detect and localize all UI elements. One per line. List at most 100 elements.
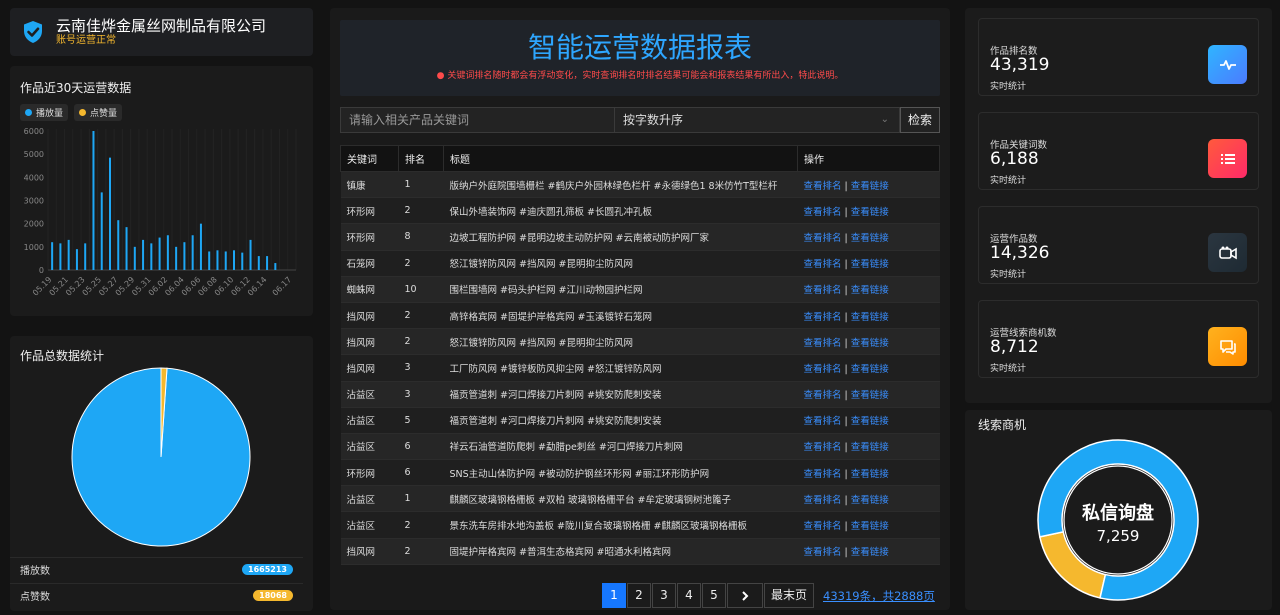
col-header-rank[interactable]: 排名	[398, 145, 444, 172]
view-link-link[interactable]: 查看链接	[851, 390, 889, 401]
bar[interactable]	[166, 235, 169, 270]
view-rank-link[interactable]: 查看排名	[804, 207, 842, 218]
link-separator: |	[844, 285, 848, 297]
page-button-2[interactable]: 2	[627, 583, 651, 608]
cell-actions: 查看排名 | 查看链接	[797, 433, 940, 461]
view-link-link[interactable]: 查看链接	[851, 364, 889, 375]
view-rank-link[interactable]: 查看排名	[804, 469, 842, 480]
stat-badge-plays: 1665213	[242, 564, 293, 575]
bar[interactable]	[75, 249, 78, 270]
bar[interactable]	[191, 235, 194, 270]
view-rank-link[interactable]: 查看排名	[804, 181, 842, 192]
bar[interactable]	[175, 246, 178, 270]
table-row: 沾益区 1 麒麟区玻璃钢格栅板 #双柏 玻璃钢格栅平台 #牟定玻璃钢树池篦子 查看排名…	[340, 485, 940, 513]
y-tick-label: 4000	[24, 173, 44, 182]
cell-actions: 查看排名 | 查看链接	[797, 485, 940, 513]
view-rank-link[interactable]: 查看排名	[804, 442, 842, 453]
search-button[interactable]: 检索	[900, 107, 940, 133]
page-button-3[interactable]: 3	[652, 583, 676, 608]
col-header-title[interactable]: 标题	[443, 145, 798, 172]
bar[interactable]	[51, 242, 54, 270]
page-button-4[interactable]: 4	[677, 583, 701, 608]
cell-actions: 查看排名 | 查看链接	[797, 381, 940, 408]
link-separator: |	[844, 180, 848, 192]
cell-title: 福贡管道刺 #河口焊接刀片刺网 #姚安防爬刺安装	[443, 407, 798, 434]
view-link-link[interactable]: 查看链接	[851, 338, 889, 349]
bar[interactable]	[67, 239, 70, 270]
bar[interactable]	[150, 243, 153, 270]
col-header-keyword[interactable]: 关键词	[340, 145, 399, 172]
view-link-link[interactable]: 查看链接	[851, 547, 889, 558]
view-rank-link[interactable]: 查看排名	[804, 259, 842, 270]
view-rank-link[interactable]: 查看排名	[804, 390, 842, 401]
bar[interactable]	[125, 227, 128, 270]
kpi-subtitle: 实时统计	[990, 270, 1027, 280]
cell-keyword: 环形网	[340, 197, 399, 225]
keyword-search-input[interactable]: 请输入相关产品关键词	[340, 107, 615, 133]
view-link-link[interactable]: 查看链接	[851, 495, 889, 506]
view-link-link[interactable]: 查看链接	[851, 207, 889, 218]
bar[interactable]	[142, 239, 145, 270]
view-rank-link[interactable]: 查看排名	[804, 338, 842, 349]
view-link-link[interactable]: 查看链接	[851, 233, 889, 244]
bar[interactable]	[109, 157, 111, 270]
y-tick-label: 5000	[24, 150, 44, 159]
bar[interactable]	[133, 246, 136, 270]
sort-select[interactable]: 按字数升序 ⌄	[615, 107, 900, 133]
view-rank-link[interactable]: 查看排名	[804, 547, 842, 558]
cell-title: 祥云石油管道防爬刺 #勐腊pe刺丝 #河口焊接刀片刺网	[443, 433, 798, 461]
link-separator: |	[844, 390, 848, 402]
cell-actions: 查看排名 | 查看链接	[797, 354, 940, 382]
kpi-card: 作品关键词数 6,188 实时统计	[978, 112, 1259, 190]
bar[interactable]	[241, 252, 244, 270]
bar[interactable]	[92, 131, 95, 270]
bar[interactable]	[257, 256, 260, 270]
bar[interactable]	[84, 243, 87, 270]
bar[interactable]	[183, 242, 186, 270]
bar[interactable]	[100, 192, 103, 270]
link-separator: |	[844, 442, 848, 454]
bar[interactable]	[158, 237, 161, 270]
cell-rank: 2	[398, 302, 444, 330]
view-rank-link[interactable]: 查看排名	[804, 233, 842, 244]
view-link-link[interactable]: 查看链接	[851, 259, 889, 270]
bar[interactable]	[274, 263, 277, 270]
view-rank-link[interactable]: 查看排名	[804, 285, 842, 296]
link-separator: |	[844, 521, 848, 533]
view-rank-link[interactable]: 查看排名	[804, 364, 842, 375]
bar[interactable]	[249, 239, 252, 270]
bar[interactable]	[59, 243, 62, 270]
bar[interactable]	[199, 223, 202, 270]
cell-actions: 查看排名 | 查看链接	[797, 302, 940, 330]
chevron-down-icon: ⌄	[880, 114, 889, 125]
report-table: 关键词 排名 标题 操作 镇康 1 版纳户外庭院围墙栅栏 #鹤庆户外园林绿色栏杆 #…	[340, 145, 940, 565]
view-link-link[interactable]: 查看链接	[851, 312, 889, 323]
page-button-1[interactable]: 1	[602, 583, 626, 608]
pulse-icon	[1208, 45, 1247, 84]
bar[interactable]	[233, 250, 235, 270]
bar[interactable]	[208, 251, 211, 270]
view-rank-link[interactable]: 查看排名	[804, 495, 842, 506]
page-info-link[interactable]: 43319条，共2888页	[823, 588, 935, 604]
last-page-button[interactable]: 最末页	[764, 583, 815, 608]
list-icon	[1208, 139, 1247, 178]
view-link-link[interactable]: 查看链接	[851, 469, 889, 480]
bar[interactable]	[216, 250, 219, 270]
view-link-link[interactable]: 查看链接	[851, 285, 889, 296]
view-rank-link[interactable]: 查看排名	[804, 312, 842, 323]
view-rank-link[interactable]: 查看排名	[804, 416, 842, 427]
view-rank-link[interactable]: 查看排名	[804, 521, 842, 532]
view-link-link[interactable]: 查看链接	[851, 521, 889, 532]
stat-row-plays: 播放数 1665213	[10, 557, 303, 581]
page-button-5[interactable]: 5	[702, 583, 726, 608]
view-link-link[interactable]: 查看链接	[851, 416, 889, 427]
view-link-link[interactable]: 查看链接	[851, 181, 889, 192]
next-page-button[interactable]	[727, 583, 763, 608]
cell-keyword: 挡风网	[340, 538, 399, 565]
bar[interactable]	[266, 256, 269, 270]
bar[interactable]	[117, 220, 120, 270]
bar[interactable]	[224, 251, 227, 270]
table-row: 蜘蛛网 10 围栏围墙网 #码头护栏网 #江川动物园护栏网 查看排名 | 查看链接	[340, 276, 940, 303]
cell-actions: 查看排名 | 查看链接	[797, 459, 940, 487]
view-link-link[interactable]: 查看链接	[851, 442, 889, 453]
